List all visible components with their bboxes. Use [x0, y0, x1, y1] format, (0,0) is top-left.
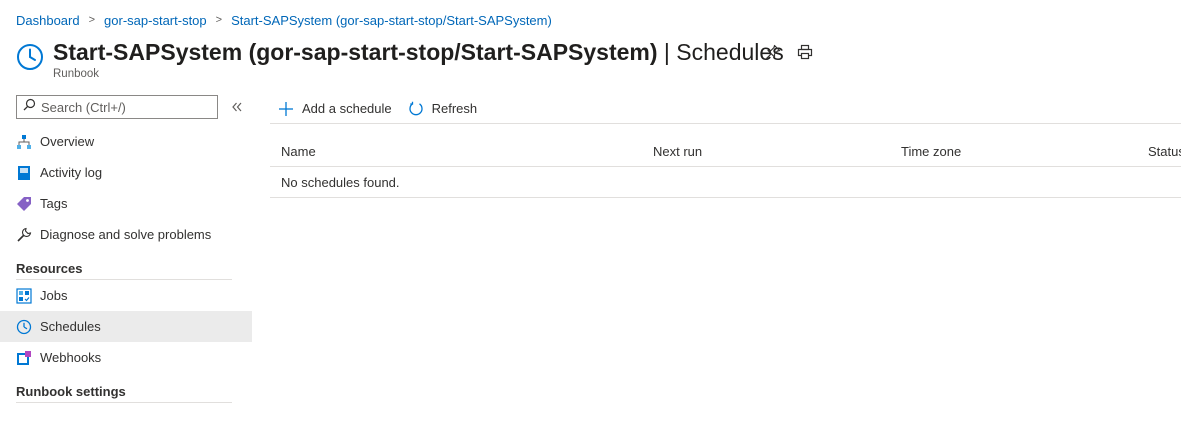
- section-runbook-settings: Runbook settings: [16, 375, 232, 403]
- resource-type-label: Runbook: [53, 68, 100, 80]
- refresh-button[interactable]: Refresh: [400, 101, 486, 117]
- wrench-icon: [16, 227, 32, 243]
- clock-icon: [16, 43, 44, 71]
- sidebar-nav: Overview Activity log Tags Diagnose and …: [0, 126, 252, 403]
- command-bar: Add a schedule Refresh: [270, 94, 1181, 124]
- sidebar-item-tags[interactable]: Tags: [0, 188, 252, 219]
- search-icon: [23, 98, 36, 116]
- jobs-icon: [16, 287, 32, 304]
- table-header: Name Next run Time zone Status: [270, 136, 1181, 167]
- pin-icon[interactable]: [764, 43, 782, 61]
- section-resources: Resources: [16, 252, 232, 280]
- column-header-status[interactable]: Status: [1148, 144, 1181, 159]
- print-icon[interactable]: [796, 43, 814, 61]
- chevron-right-icon: >: [215, 14, 223, 26]
- webhook-icon: [16, 350, 32, 366]
- tag-icon: [16, 196, 32, 212]
- chevron-right-icon: >: [88, 14, 96, 26]
- empty-state-message: No schedules found.: [270, 167, 1181, 198]
- activity-log-icon: [16, 165, 32, 181]
- breadcrumb-automation-account[interactable]: gor-sap-start-stop: [104, 13, 207, 28]
- breadcrumb: Dashboard > gor-sap-start-stop > Start-S…: [16, 11, 552, 29]
- column-header-name[interactable]: Name: [281, 144, 316, 159]
- sidebar-item-jobs[interactable]: Jobs: [0, 280, 252, 311]
- plus-icon: [278, 101, 294, 117]
- search-input[interactable]: [41, 99, 211, 115]
- breadcrumb-dashboard[interactable]: Dashboard: [16, 13, 80, 28]
- column-header-time-zone[interactable]: Time zone: [901, 144, 961, 159]
- breadcrumb-runbook[interactable]: Start-SAPSystem (gor-sap-start-stop/Star…: [231, 13, 552, 28]
- collapse-sidebar-icon[interactable]: [229, 99, 245, 115]
- refresh-icon: [408, 101, 424, 117]
- column-header-next-run[interactable]: Next run: [653, 144, 702, 159]
- overview-icon: [16, 134, 32, 150]
- page-header: Start-SAPSystem (gor-sap-start-stop/Star…: [16, 38, 813, 80]
- sidebar-item-overview[interactable]: Overview: [0, 126, 252, 157]
- page-title: Start-SAPSystem (gor-sap-start-stop/Star…: [53, 39, 784, 65]
- sidebar-item-activity-log[interactable]: Activity log: [0, 157, 252, 188]
- add-schedule-button[interactable]: Add a schedule: [270, 101, 400, 117]
- sidebar-search[interactable]: [16, 95, 218, 119]
- clock-icon: [16, 319, 32, 335]
- schedules-table: Name Next run Time zone Status No schedu…: [270, 136, 1181, 198]
- sidebar-item-schedules[interactable]: Schedules: [0, 311, 252, 342]
- sidebar-item-diagnose[interactable]: Diagnose and solve problems: [0, 219, 252, 250]
- sidebar-item-webhooks[interactable]: Webhooks: [0, 342, 252, 373]
